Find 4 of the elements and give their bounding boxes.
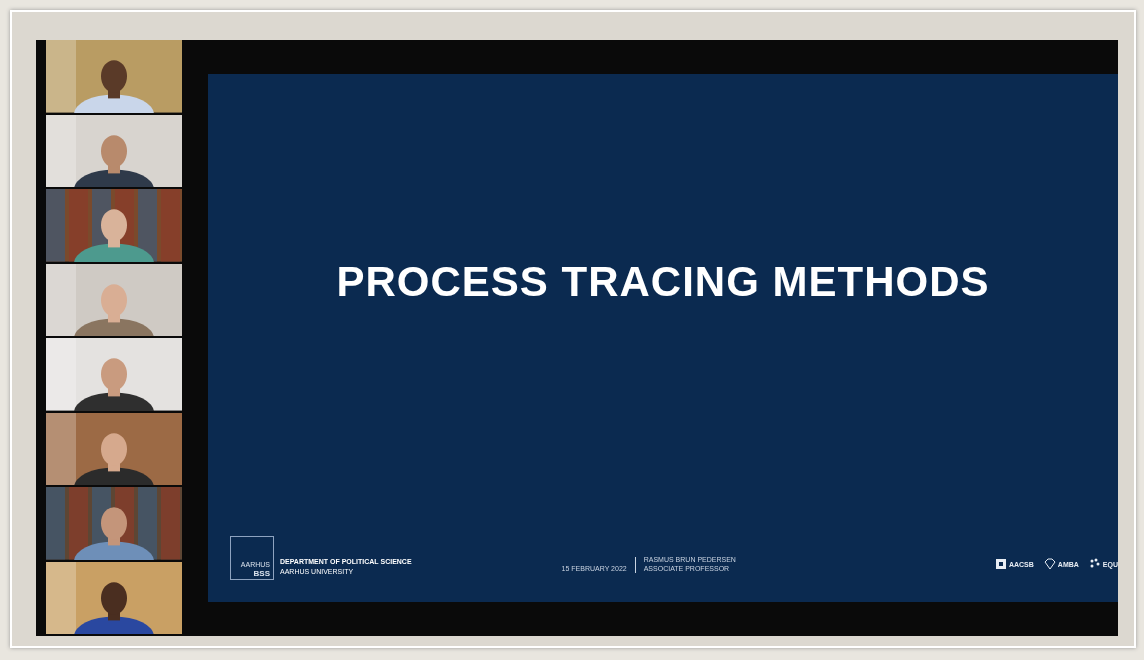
slide-title: PROCESS TRACING METHODS: [336, 258, 990, 306]
dots-logo-icon: [1088, 558, 1101, 570]
diamond-logo-icon: [1043, 558, 1056, 570]
square-logo-icon: [994, 558, 1007, 570]
